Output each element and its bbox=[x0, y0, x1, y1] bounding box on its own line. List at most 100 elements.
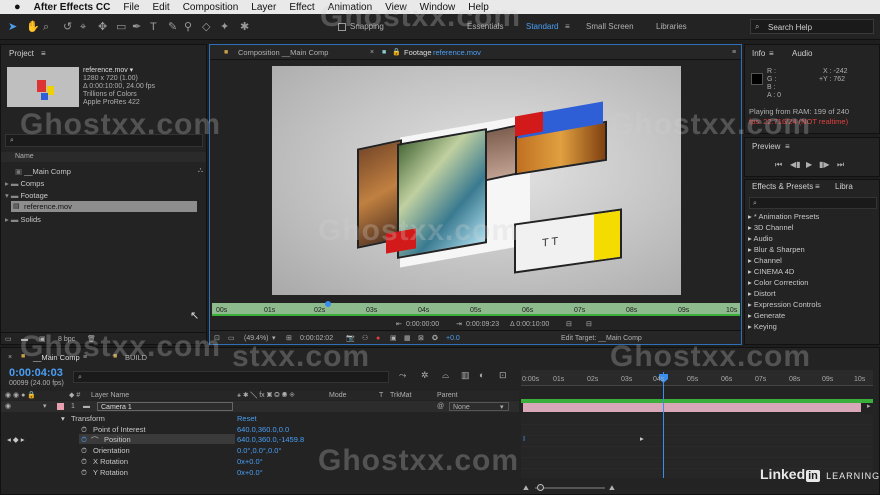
current-timecode[interactable]: 0:00:04:03 bbox=[9, 367, 63, 379]
flowchart-icon[interactable]: ⛬ bbox=[198, 166, 203, 175]
info-tab[interactable]: Info bbox=[752, 47, 765, 61]
effects-title[interactable]: Effects & Presets bbox=[752, 180, 813, 194]
first-frame-icon[interactable]: ⏮ bbox=[775, 160, 782, 169]
pan-behind-tool-icon[interactable]: ✥ bbox=[98, 21, 107, 33]
layer-row-camera[interactable]: ◉ ▾ 1 ▬ Camera 1 @ None ▾ bbox=[1, 401, 519, 412]
transform-group[interactable]: Transform bbox=[71, 414, 105, 423]
keyframe-navigator-icon[interactable]: ◂ ◆ ▸ bbox=[7, 435, 24, 444]
layer-duration-bar[interactable] bbox=[523, 403, 861, 412]
app-name[interactable]: After Effects CC bbox=[34, 2, 111, 13]
value-y-rotation[interactable]: 0x+0.0° bbox=[237, 468, 263, 477]
new-comp-icon[interactable]: ▣ bbox=[39, 335, 46, 344]
brush-tool-icon[interactable]: ✎ bbox=[168, 21, 177, 33]
stopwatch-active-icon[interactable]: ⏱ bbox=[81, 435, 87, 445]
magnification-icon[interactable]: ⊡ bbox=[214, 334, 220, 343]
preview-menu-icon[interactable]: ≡ bbox=[785, 140, 790, 154]
lock-icon[interactable]: 🔒 bbox=[392, 48, 401, 57]
bpc-label[interactable]: 8 bpc bbox=[58, 335, 75, 344]
zoom-dropdown-icon[interactable]: ▾ bbox=[272, 334, 276, 343]
col-t[interactable]: T bbox=[379, 391, 383, 400]
region-of-interest-icon[interactable]: ▣ bbox=[390, 334, 397, 343]
shape-tool-icon[interactable]: ▭ bbox=[116, 21, 126, 33]
visibility-icon[interactable]: ◉ bbox=[5, 402, 11, 411]
exposure-value[interactable]: +0.0 bbox=[446, 334, 460, 343]
camera-tool-icon[interactable]: ⌖ bbox=[80, 21, 86, 33]
overlay-edit-icon[interactable]: ⊟ bbox=[586, 320, 592, 329]
draft-3d-icon[interactable]: ✲ bbox=[421, 371, 429, 380]
zoom-value[interactable]: (49.4%) bbox=[244, 334, 269, 343]
ripple-insert-icon[interactable]: ⊟ bbox=[566, 320, 572, 329]
effect-generate[interactable]: ▸ Generate bbox=[748, 311, 785, 320]
effect-blur-sharpen[interactable]: ▸ Blur & Sharpen bbox=[748, 245, 805, 254]
graph-icon[interactable]: ⌒ bbox=[91, 435, 99, 446]
comp-mini-flowchart-icon[interactable]: ⤳ bbox=[399, 371, 406, 380]
col-layer-name[interactable]: Layer Name bbox=[91, 391, 129, 400]
out-point[interactable]: 0:00:09:23 bbox=[466, 320, 499, 329]
menu-effect[interactable]: Effect bbox=[289, 2, 314, 13]
interpret-footage-icon[interactable]: ▭ bbox=[5, 335, 12, 344]
layer-name-box[interactable]: Camera 1 bbox=[97, 402, 233, 411]
new-folder-icon[interactable]: ▬ bbox=[21, 335, 28, 344]
zoom-out-icon[interactable]: ⛰ bbox=[523, 484, 529, 493]
menu-view[interactable]: View bbox=[385, 2, 407, 13]
project-item-comps[interactable]: ▸ ▬ Comps bbox=[5, 179, 44, 188]
channel-icon[interactable]: ● bbox=[376, 334, 380, 343]
effect-keying[interactable]: ▸ Keying bbox=[748, 322, 777, 331]
value-position[interactable]: 640.0,360.0,-1459.8 bbox=[237, 435, 304, 444]
effect-animation-presets[interactable]: ▸ * Animation Presets bbox=[748, 212, 819, 221]
column-name[interactable]: Name bbox=[15, 152, 34, 161]
close-timeline-icon[interactable]: × bbox=[8, 353, 12, 362]
zoom-tool-icon[interactable]: ⌕ bbox=[43, 21, 49, 33]
viewer-playhead[interactable] bbox=[325, 301, 331, 307]
value-point-of-interest[interactable]: 640.0,360.0,0.0 bbox=[237, 425, 289, 434]
tab-build[interactable]: BUILD bbox=[125, 353, 147, 362]
audio-tab[interactable]: Audio bbox=[792, 47, 812, 61]
apple-icon[interactable]: ● bbox=[14, 1, 21, 13]
exposure-icon[interactable]: ✪ bbox=[432, 334, 438, 343]
current-time[interactable]: 0:00:02:02 bbox=[300, 334, 333, 343]
motion-blur-icon[interactable]: ◐ bbox=[479, 371, 484, 380]
prev-frame-icon[interactable]: ◀▮ bbox=[790, 160, 801, 169]
col-parent[interactable]: Parent bbox=[437, 391, 458, 400]
search-help-field[interactable]: ⌕ Search Help bbox=[750, 19, 874, 34]
tab-footage-prefix[interactable]: Footage bbox=[404, 48, 432, 57]
snapping-checkbox[interactable] bbox=[338, 23, 346, 31]
project-item-footage[interactable]: ▾ ▬ Footage bbox=[5, 191, 48, 200]
project-item-reference-selected[interactable]: ▤ reference.mov bbox=[11, 201, 197, 212]
rotate-tool-icon[interactable]: ↺ bbox=[63, 21, 72, 33]
effect-channel[interactable]: ▸ Channel bbox=[748, 256, 782, 265]
project-item-main-comp[interactable]: ▣ __Main Comp bbox=[15, 167, 71, 176]
effect-cinema-4d[interactable]: ▸ CINEMA 4D bbox=[748, 267, 794, 276]
col-mode[interactable]: Mode bbox=[329, 391, 347, 400]
menu-composition[interactable]: Composition bbox=[183, 2, 239, 13]
menu-window[interactable]: Window bbox=[420, 2, 456, 13]
keyframe-start-icon[interactable]: I bbox=[523, 434, 525, 443]
stopwatch-icon[interactable]: ⏱ bbox=[81, 446, 87, 456]
collapse-arrow-icon[interactable]: ▾ bbox=[5, 191, 9, 200]
selection-tool-icon[interactable]: ➤ bbox=[8, 21, 17, 33]
menu-help[interactable]: Help bbox=[468, 2, 489, 13]
timeline-search-field[interactable]: ⌕ bbox=[73, 371, 389, 383]
effect-3d-channel[interactable]: ▸ 3D Channel bbox=[748, 223, 793, 232]
zoom-in-icon[interactable]: ⛰ bbox=[609, 484, 615, 493]
stopwatch-icon[interactable]: ⏱ bbox=[81, 468, 87, 478]
col-trkmat[interactable]: TrkMat bbox=[390, 391, 412, 400]
safe-zones-icon[interactable]: ⊞ bbox=[286, 334, 292, 343]
tab-composition[interactable]: Composition __Main Comp bbox=[238, 48, 328, 57]
label-color[interactable] bbox=[57, 403, 64, 410]
workspace-essentials[interactable]: Essentials bbox=[467, 22, 503, 31]
keyframe-end-icon[interactable]: ▸ bbox=[640, 434, 644, 443]
effect-audio[interactable]: ▸ Audio bbox=[748, 234, 773, 243]
libraries-tab[interactable]: Libra bbox=[835, 180, 853, 194]
info-menu-icon[interactable]: ≡ bbox=[769, 47, 774, 61]
timeline-playhead-line[interactable] bbox=[663, 372, 664, 478]
effects-menu-icon[interactable]: ≡ bbox=[815, 180, 820, 194]
effect-color-correction[interactable]: ▸ Color Correction bbox=[748, 278, 808, 287]
menu-file[interactable]: File bbox=[123, 2, 139, 13]
draft-3d-icon[interactable]: ⊠ bbox=[418, 334, 424, 343]
project-menu-icon[interactable]: ≡ bbox=[41, 47, 46, 61]
eraser-tool-icon[interactable]: ◇ bbox=[202, 21, 210, 33]
parent-dropdown[interactable]: None ▾ bbox=[449, 402, 509, 411]
value-orientation[interactable]: 0.0°,0.0°,0.0° bbox=[237, 446, 281, 455]
show-snapshot-icon[interactable]: ⚇ bbox=[362, 334, 368, 343]
